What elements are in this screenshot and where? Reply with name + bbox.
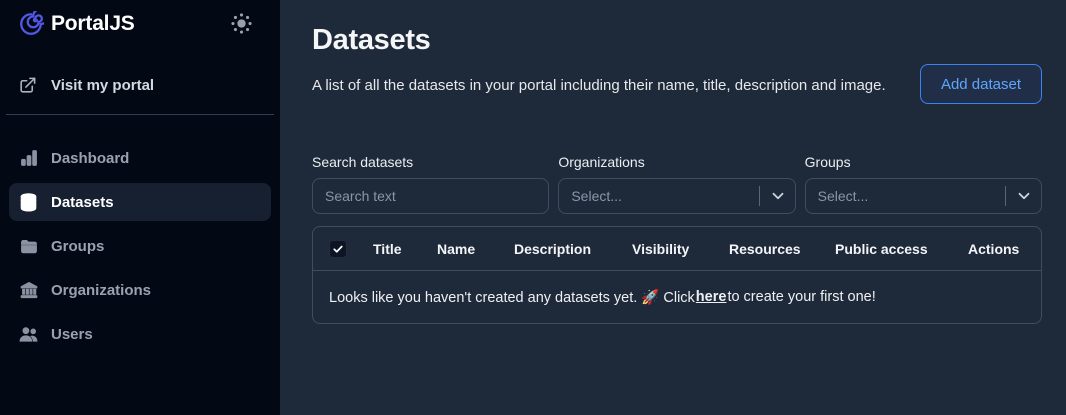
folder-icon	[18, 236, 39, 256]
groups-filter-group: Groups Select...	[804, 154, 1042, 214]
organizations-select[interactable]: Select...	[558, 178, 796, 214]
select-divider	[1004, 186, 1006, 206]
sidebar-item-label: Users	[51, 325, 93, 343]
groups-select[interactable]: Select...	[804, 178, 1042, 214]
theme-toggle-button[interactable]	[227, 9, 256, 38]
datasets-table: Title Name Description Visibility Resour…	[312, 226, 1042, 324]
column-header-title: Title	[373, 240, 402, 257]
sidebar-item-groups[interactable]: Groups	[9, 227, 271, 265]
column-header-visibility: Visibility	[632, 240, 690, 257]
organizations-filter-group: Organizations Select...	[558, 154, 796, 214]
add-dataset-button[interactable]: Add dataset	[919, 64, 1042, 104]
sidebar-item-users[interactable]: Users	[9, 315, 271, 353]
sidebar-item-label: Groups	[51, 237, 105, 255]
column-header-resources: Resources	[729, 240, 801, 257]
main-content: Datasets A list of all the datasets in y…	[280, 0, 1066, 415]
page-title: Datasets	[312, 24, 431, 56]
chevron-down-icon	[1015, 187, 1033, 205]
groups-label: Groups	[804, 154, 851, 170]
select-divider	[758, 186, 760, 206]
search-datasets-input[interactable]	[312, 178, 550, 214]
sidebar: PortalJS Visit my portal Dashboard Datas…	[0, 0, 280, 415]
users-icon	[18, 324, 39, 345]
filters-row: Search datasets Organizations Select... …	[312, 154, 1042, 214]
database-icon	[18, 192, 39, 213]
page-description: A list of all the datasets in your porta…	[312, 77, 886, 94]
external-link-icon	[18, 76, 37, 95]
sidebar-item-label: Dashboard	[51, 149, 130, 167]
column-header-actions: Actions	[968, 240, 1020, 257]
sidebar-item-datasets[interactable]: Datasets	[9, 183, 271, 221]
organizations-label: Organizations	[558, 154, 645, 170]
bank-icon	[18, 280, 39, 300]
visit-portal-link[interactable]: Visit my portal	[0, 76, 280, 95]
sidebar-nav: Dashboard Datasets Groups Organizations …	[0, 139, 280, 359]
search-datasets-label: Search datasets	[312, 154, 414, 170]
sidebar-divider	[6, 114, 274, 115]
visit-portal-label: Visit my portal	[51, 77, 155, 94]
empty-state-row: Looks like you haven't created any datas…	[313, 271, 1041, 323]
search-filter-group: Search datasets	[312, 154, 550, 214]
title-block: Datasets A list of all the datasets in y…	[312, 0, 886, 104]
column-header-description: Description	[514, 240, 592, 257]
groups-select-placeholder: Select...	[817, 188, 869, 204]
create-first-dataset-link[interactable]: here	[696, 289, 727, 305]
page-header: Datasets A list of all the datasets in y…	[312, 0, 1042, 104]
select-all-cell	[329, 239, 373, 258]
sidebar-item-label: Datasets	[51, 193, 114, 211]
sidebar-item-organizations[interactable]: Organizations	[9, 271, 271, 309]
brand-name: PortalJS	[51, 11, 135, 35]
column-header-public-access: Public access	[835, 240, 928, 257]
select-all-checkbox[interactable]	[329, 239, 347, 258]
sidebar-item-label: Organizations	[51, 281, 152, 299]
empty-state-text-after: to create your first one!	[727, 289, 876, 305]
column-header-name: Name	[437, 240, 476, 257]
bar-chart-icon	[18, 148, 39, 168]
brand-home-link[interactable]: PortalJS	[18, 10, 135, 37]
chevron-down-icon	[769, 187, 787, 205]
table-header-row: Title Name Description Visibility Resour…	[313, 227, 1041, 271]
sidebar-item-dashboard[interactable]: Dashboard	[9, 139, 271, 177]
check-icon	[332, 243, 344, 255]
app-window: PortalJS Visit my portal Dashboard Datas…	[0, 0, 1066, 415]
sidebar-brand-row: PortalJS	[0, 0, 280, 38]
empty-state-text-before: Looks like you haven't created any datas…	[329, 289, 695, 306]
sun-icon	[229, 11, 254, 36]
spiral-logo-icon	[18, 10, 44, 37]
organizations-select-placeholder: Select...	[571, 188, 622, 204]
